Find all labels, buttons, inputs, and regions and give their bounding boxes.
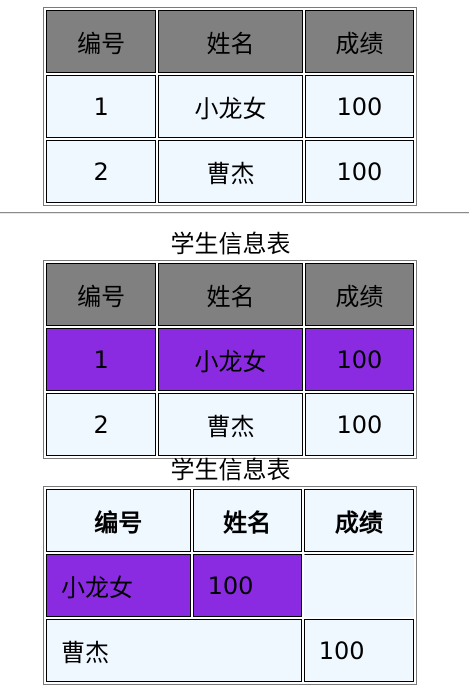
cell-name: 曹杰 (158, 140, 303, 203)
empty-cell (303, 554, 414, 617)
cell-name: 曹杰 (158, 393, 303, 456)
cell-id: 1 (46, 75, 157, 138)
table-header-row: 编号 姓名 成绩 (46, 263, 414, 326)
table-row: 2 曹杰 100 (46, 140, 414, 203)
header-cell-name: 姓名 (158, 10, 303, 73)
header-cell-name: 姓名 (158, 263, 303, 326)
horizontal-rule (0, 212, 469, 214)
cell-name: 小龙女 (158, 328, 303, 391)
student-table-1: 编号 姓名 成绩 1 小龙女 100 2 曹杰 100 (43, 7, 417, 206)
student-table-3: 编号 姓名 成绩 小龙女 100 曹杰 100 (43, 486, 417, 685)
cell-name: 小龙女 (158, 75, 303, 138)
cell-score: 100 (304, 328, 414, 391)
header-cell-score: 成绩 (304, 10, 414, 73)
cell-id: 1 (46, 328, 157, 391)
table-header-row: 编号 姓名 成绩 (46, 10, 414, 73)
table-caption: 学生信息表 (170, 456, 291, 484)
header-cell-id: 编号 (46, 10, 157, 73)
header-cell-id: 编号 (46, 489, 191, 552)
table-row: 小龙女 100 (46, 554, 414, 617)
table-row-highlighted: 1 小龙女 100 (46, 328, 414, 391)
table-row: 曹杰 100 (46, 619, 414, 682)
student-table-2: 编号 姓名 成绩 1 小龙女 100 2 曹杰 100 (43, 260, 417, 459)
cell-score: 100 (303, 619, 414, 682)
header-cell-name: 姓名 (192, 489, 302, 552)
cell-score: 100 (304, 393, 414, 456)
cell-name: 小龙女 (46, 554, 191, 617)
header-cell-score: 成绩 (304, 263, 414, 326)
cell-score: 100 (304, 140, 414, 203)
table-row: 1 小龙女 100 (46, 75, 414, 138)
cell-score: 100 (192, 554, 302, 617)
cell-name: 曹杰 (46, 619, 302, 682)
header-cell-score: 成绩 (303, 489, 414, 552)
cell-id: 2 (46, 393, 157, 456)
table-header-row: 编号 姓名 成绩 (46, 489, 414, 552)
header-cell-id: 编号 (46, 263, 157, 326)
table-caption: 学生信息表 (170, 230, 291, 258)
cell-id: 2 (46, 140, 157, 203)
cell-score: 100 (304, 75, 414, 138)
table-row: 2 曹杰 100 (46, 393, 414, 456)
